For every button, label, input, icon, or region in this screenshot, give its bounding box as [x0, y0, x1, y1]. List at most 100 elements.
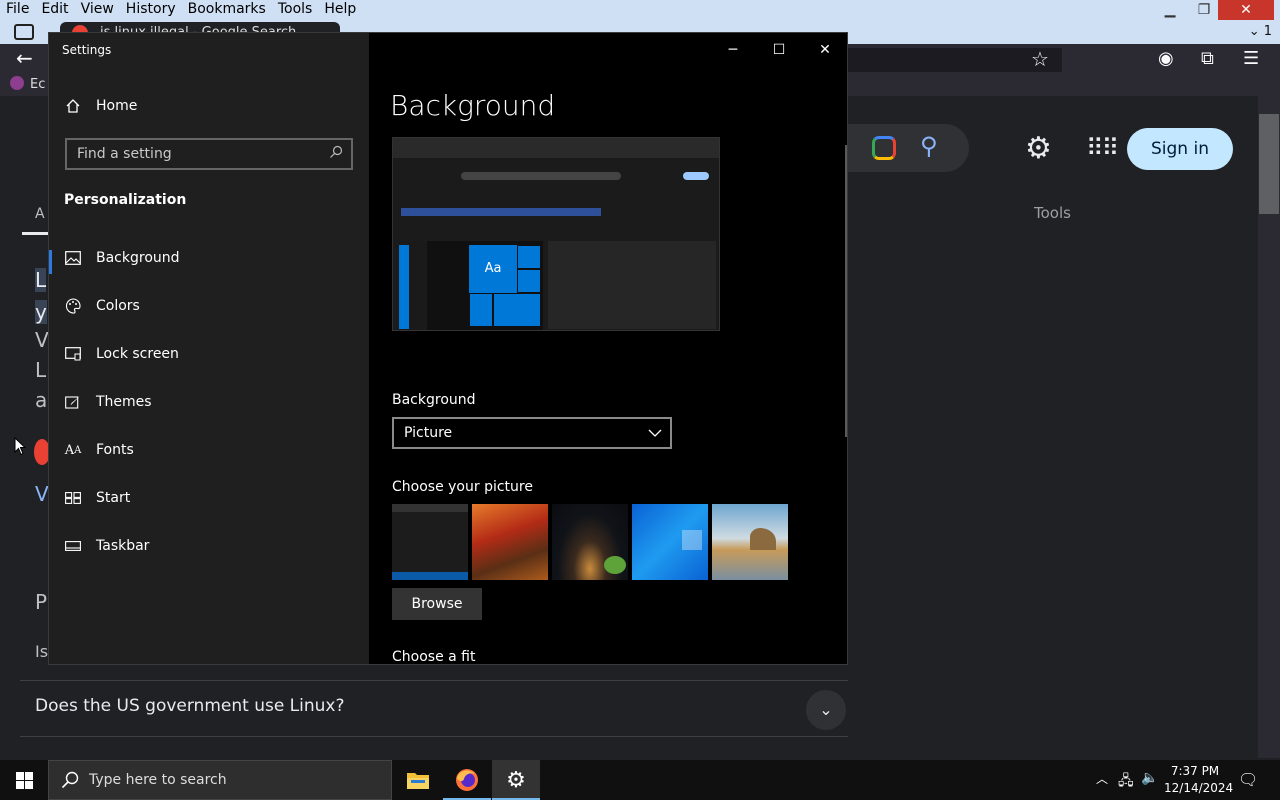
divider [20, 680, 848, 681]
text-fragment: V [35, 328, 49, 352]
menu-edit[interactable]: Edit [35, 0, 74, 20]
url-bar[interactable] [848, 48, 1062, 72]
text-fragment: a [35, 388, 48, 412]
mouse-cursor-icon [14, 437, 26, 456]
preview-tile [469, 293, 493, 327]
network-icon[interactable]: 🖧 [1118, 770, 1134, 794]
chevron-up-icon[interactable]: ︿ [1096, 770, 1108, 787]
close-button[interactable]: ✕ [802, 39, 847, 61]
back-arrow-icon[interactable]: ← [16, 46, 33, 70]
result-link-fragment[interactable]: V [35, 482, 49, 506]
firefox-close-button[interactable]: ✕ [1218, 0, 1274, 20]
chevron-down-icon[interactable]: ⌄ [806, 690, 846, 730]
nav-themes[interactable]: Themes [49, 382, 369, 422]
gear-icon[interactable]: ⚙ [1025, 131, 1052, 166]
firefox-minimize-button[interactable]: ▁ [1154, 0, 1186, 20]
clock[interactable]: 7:37 PM 12/14/2024 [1164, 763, 1233, 797]
menu-help[interactable]: Help [318, 0, 362, 20]
nav-background-label: Background [96, 250, 180, 266]
google-lens-icon[interactable] [872, 136, 896, 160]
picture-thumbnail[interactable] [392, 504, 468, 580]
google-search-bar[interactable] [848, 124, 969, 172]
sign-in-button[interactable]: Sign in [1127, 128, 1233, 170]
lock-screen-icon [64, 345, 82, 363]
nav-lock-screen[interactable]: Lock screen [49, 334, 369, 374]
picture-thumbnail[interactable] [632, 504, 708, 580]
tab-list-indicator[interactable]: ⌄ 1 [1249, 24, 1272, 39]
tools-tab[interactable]: Tools [1034, 204, 1071, 222]
extensions-icon[interactable]: ⧉ [1201, 48, 1214, 69]
picture-icon [64, 249, 82, 267]
preview-signin [683, 172, 709, 180]
page-title: Background [390, 89, 556, 122]
tab-overview-icon[interactable] [14, 24, 34, 40]
settings-app[interactable]: ⚙ [492, 760, 540, 800]
bookmark-item[interactable]: Ec [10, 76, 45, 92]
choose-picture-label: Choose your picture [392, 479, 533, 495]
firefox-icon [456, 769, 478, 791]
menu-history[interactable]: History [120, 0, 182, 20]
preview-tile [493, 293, 541, 327]
divider [20, 736, 848, 737]
browse-button[interactable]: Browse [392, 588, 482, 620]
background-type-dropdown[interactable]: Picture [392, 417, 672, 449]
menu-bookmarks[interactable]: Bookmarks [182, 0, 272, 20]
faq-question[interactable]: Does the US government use Linux? [35, 696, 345, 716]
picture-thumbnail[interactable] [712, 504, 788, 580]
search-icon[interactable] [329, 145, 345, 161]
google-tab-fragment[interactable]: A [35, 206, 45, 222]
taskbar: Type here to search ⚙ ︿ 🖧 🔈 7:37 PM 12/1… [0, 760, 1280, 800]
nav-fonts-label: Fonts [96, 442, 134, 458]
content-scrollbar[interactable] [845, 145, 847, 437]
taskbar-search[interactable]: Type here to search [48, 760, 392, 800]
preview-page [548, 241, 716, 329]
firefox-app[interactable] [443, 760, 491, 800]
choose-fit-label: Choose a fit [392, 649, 476, 665]
nav-taskbar[interactable]: Taskbar [49, 526, 369, 566]
palette-icon [64, 297, 82, 315]
folder-icon [407, 773, 429, 789]
search-icon[interactable]: ⚲ [920, 132, 938, 160]
clock-time: 7:37 PM [1170, 764, 1220, 778]
nav-background[interactable]: Background [49, 238, 369, 278]
settings-nav-pane: Settings Home Personalization Background [49, 33, 369, 664]
account-icon[interactable]: ◉ [1158, 48, 1174, 69]
preview-highlight [401, 208, 601, 216]
gear-icon: ⚙ [506, 767, 526, 793]
picture-thumbnail[interactable] [472, 504, 548, 580]
page-scrollbar-thumb[interactable] [1259, 114, 1279, 214]
preview-tile [517, 269, 541, 293]
preview-search [461, 172, 621, 180]
windows-logo-icon [15, 771, 33, 789]
volume-muted-icon[interactable]: 🔈 [1141, 770, 1158, 786]
file-explorer-app[interactable] [394, 760, 442, 800]
background-preview: Aa [392, 137, 720, 331]
background-type-value: Picture [404, 425, 453, 441]
bookmark-star-icon[interactable]: ☆ [1031, 47, 1049, 71]
firefox-restore-button[interactable]: ❐ [1188, 0, 1220, 20]
settings-window: Settings Home Personalization Background [48, 32, 848, 665]
text-fragment: L [35, 268, 47, 292]
menu-view[interactable]: View [75, 0, 120, 20]
chevron-down-icon [648, 425, 662, 439]
nav-home[interactable]: Home [49, 86, 369, 126]
hamburger-menu-icon[interactable]: ☰ [1243, 48, 1259, 69]
brush-icon [64, 393, 82, 411]
nav-fonts[interactable]: AA Fonts [49, 430, 369, 470]
start-button[interactable] [0, 760, 48, 800]
settings-content-pane: ─ ☐ ✕ Background Aa Background Picture C… [369, 33, 847, 665]
menu-file[interactable]: File [0, 0, 35, 20]
apps-grid-icon[interactable]: ⠿⠿ [1086, 134, 1119, 162]
start-icon [64, 489, 82, 507]
nav-colors[interactable]: Colors [49, 286, 369, 326]
nav-start[interactable]: Start [49, 478, 369, 518]
nav-themes-label: Themes [96, 394, 152, 410]
find-setting-input[interactable] [67, 140, 351, 168]
picture-thumbnail[interactable] [552, 504, 628, 580]
preview-tile: Aa [469, 245, 517, 293]
notification-icon[interactable]: 🗨 [1238, 770, 1258, 789]
menu-tools[interactable]: Tools [272, 0, 319, 20]
font-icon: AA [64, 442, 82, 458]
maximize-button[interactable]: ☐ [756, 39, 802, 61]
minimize-button[interactable]: ─ [710, 39, 756, 61]
